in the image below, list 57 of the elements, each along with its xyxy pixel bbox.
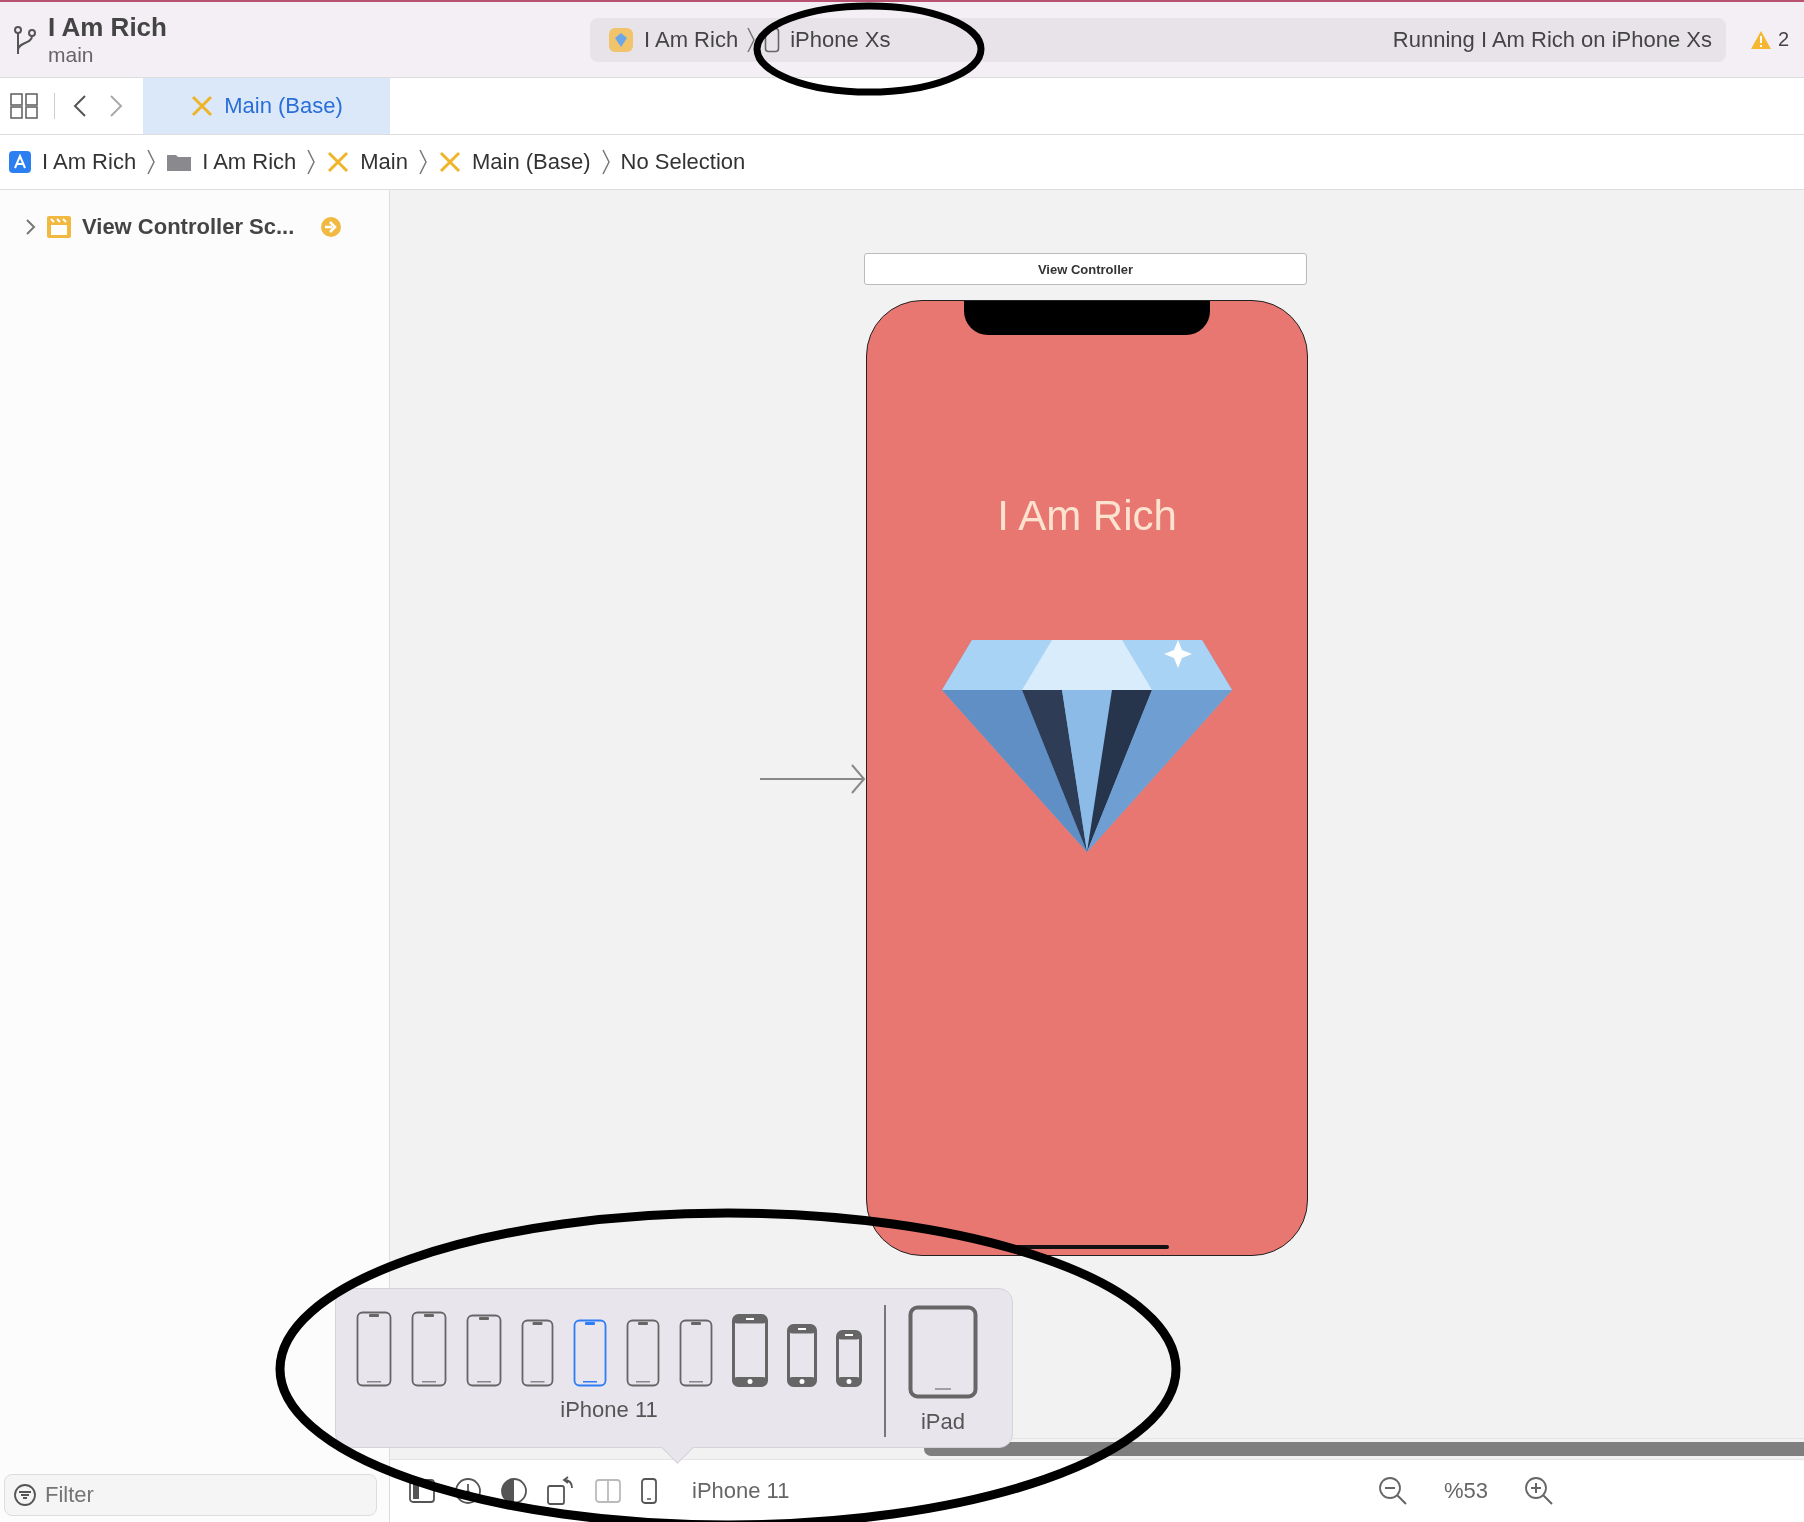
branch-name: main: [48, 43, 95, 67]
rotate-icon[interactable]: [546, 1476, 576, 1506]
phone-icon: [764, 26, 781, 53]
storyboard-icon: [326, 150, 351, 174]
scene-title-bar[interactable]: View Controller: [864, 253, 1307, 285]
device-option[interactable]: [411, 1311, 447, 1387]
device-option[interactable]: [356, 1311, 392, 1387]
zoom-level: %53: [1443, 1478, 1488, 1504]
scene-icon: [46, 214, 72, 240]
status-text: Running I Am Rich on iPhone Xs: [1392, 26, 1712, 53]
sidebar-toggle-icon[interactable]: [408, 1477, 436, 1505]
editor-tab[interactable]: Main (Base): [143, 78, 390, 134]
chevron-icon: [306, 148, 317, 176]
device-option[interactable]: [521, 1319, 554, 1387]
breadcrumb-item[interactable]: Main: [326, 149, 408, 175]
accessibility-icon[interactable]: [454, 1477, 482, 1505]
branch-icon: [12, 23, 38, 56]
zoom-in-icon[interactable]: [1524, 1476, 1554, 1506]
folder-icon: [166, 152, 193, 172]
device-family-label: iPhone 11: [560, 1397, 658, 1423]
app-title: I Am Rich: [997, 492, 1177, 540]
storyboard-icon: [437, 150, 462, 174]
device-option[interactable]: [466, 1314, 502, 1387]
breadcrumb-item[interactable]: No Selection: [620, 149, 746, 175]
scheme-selector[interactable]: I Am Rich: [604, 26, 743, 53]
device-family-label: iPad: [920, 1409, 965, 1435]
breadcrumb-item[interactable]: I Am Rich: [166, 149, 297, 175]
device-option[interactable]: [679, 1319, 713, 1387]
ipad-option[interactable]: [908, 1305, 978, 1399]
filter-field[interactable]: Filter: [4, 1474, 377, 1516]
outline-item[interactable]: View Controller Sc...: [0, 190, 389, 240]
device-option[interactable]: [836, 1330, 862, 1387]
warning-indicator[interactable]: 2: [1744, 27, 1796, 52]
device-label[interactable]: iPhone 11: [692, 1478, 790, 1504]
project-title: I Am Rich: [48, 12, 168, 43]
chevron-icon: [746, 25, 757, 54]
zoom-out-icon[interactable]: [1377, 1476, 1408, 1506]
chevron-icon: [600, 148, 611, 176]
destination-selector[interactable]: iPhone Xs: [760, 26, 895, 53]
device-option[interactable]: [626, 1319, 660, 1387]
breadcrumb-item[interactable]: Main (Base): [437, 149, 591, 175]
breadcrumb-item[interactable]: I Am Rich: [8, 149, 137, 175]
device-option[interactable]: [732, 1314, 768, 1387]
warning-icon: [1750, 29, 1772, 50]
appearance-icon[interactable]: [500, 1477, 528, 1505]
app-icon: [608, 26, 634, 53]
device-option[interactable]: [787, 1324, 817, 1387]
device-option[interactable]: [573, 1319, 607, 1387]
back-icon[interactable]: [73, 94, 87, 118]
chevron-icon: [417, 148, 428, 176]
phone-icon[interactable]: [640, 1477, 658, 1505]
chevron-icon: [146, 148, 157, 176]
storyboard-icon: [190, 94, 215, 118]
filter-icon: [13, 1483, 37, 1507]
grid-icon[interactable]: [10, 93, 38, 119]
disclosure-icon[interactable]: [24, 218, 36, 236]
app-store-icon: [8, 150, 32, 174]
